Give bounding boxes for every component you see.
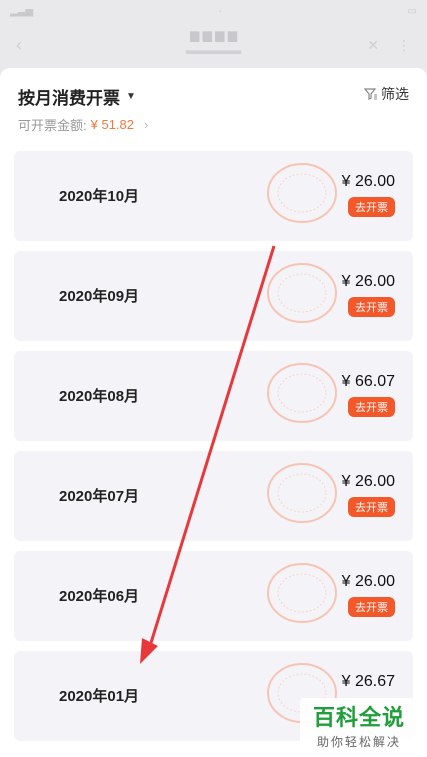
month-label: 2020年07月 (59, 488, 140, 505)
issue-invoice-button[interactable]: 去开票 (348, 397, 395, 417)
month-card[interactable]: 2020年10月 ¥ 26.00 去开票 (14, 151, 413, 241)
invoice-stamp-icon (267, 563, 337, 623)
price: ¥ 66.07 (341, 373, 395, 390)
price: ¥ 26.00 (341, 573, 395, 590)
month-card[interactable]: 2020年06月 ¥ 26.00 去开票 (14, 551, 413, 641)
month-card[interactable]: 2020年09月 ¥ 26.00 去开票 (14, 251, 413, 341)
watermark-logo: 百科全说 助你轻松解决 (300, 698, 418, 750)
signal-icon: ▂▃▅ (10, 5, 34, 17)
month-card[interactable]: 2020年08月 ¥ 66.07 去开票 (14, 351, 413, 441)
month-card[interactable]: 2020年07月 ¥ 26.00 去开票 (14, 451, 413, 541)
nav-title: ▆ ▆ ▆ ▆ ▃▃▃▃▃▃▃▃▃ (0, 28, 427, 54)
nav-subtitle-blurred: ▃▃▃▃▃▃▃▃▃ (185, 45, 242, 54)
invoice-stamp-icon (267, 363, 337, 423)
page-title: 按月消费开票 (18, 89, 120, 108)
nav-bar: ‹ ▆ ▆ ▆ ▆ ▃▃▃▃▃▃▃▃▃ ✕ ⋮ (0, 22, 427, 68)
filter-label: 筛选 (381, 86, 409, 102)
month-selector[interactable]: 按月消费开票 ▼ (18, 84, 136, 109)
price: ¥ 26.00 (341, 473, 395, 490)
invoice-stamp-icon (267, 463, 337, 523)
filter-button[interactable]: 筛选 (364, 84, 409, 104)
clock: · (218, 5, 222, 17)
issue-invoice-button[interactable]: 去开票 (348, 297, 395, 317)
amount-value: ¥ 51.82 (90, 117, 134, 132)
price: ¥ 26.00 (341, 173, 395, 190)
issue-invoice-button[interactable]: 去开票 (348, 197, 395, 217)
month-label: 2020年08月 (59, 388, 140, 405)
status-bar: ▂▃▅ · ▭ (0, 0, 427, 22)
invoice-stamp-icon (267, 263, 337, 323)
month-label: 2020年01月 (59, 688, 140, 705)
invoice-sheet: 按月消费开票 ▼ 筛选 可开票金额: ¥ 51.82 › 2020年10月 ¥ … (0, 68, 427, 757)
issue-invoice-button[interactable]: 去开票 (348, 497, 395, 517)
issue-invoice-button[interactable]: 去开票 (348, 597, 395, 617)
month-label: 2020年10月 (59, 188, 140, 205)
watermark-main-text: 百科全说 (312, 705, 405, 730)
watermark-sub-text: 助你轻松解决 (316, 735, 401, 749)
caret-down-icon: ▼ (126, 91, 136, 102)
invoiceable-amount[interactable]: 可开票金额: ¥ 51.82 › (18, 115, 148, 134)
nav-title-blurred: ▆ ▆ ▆ ▆ (190, 28, 237, 42)
filter-icon (364, 88, 377, 100)
month-label: 2020年06月 (59, 588, 140, 605)
price: ¥ 26.67 (341, 673, 395, 690)
battery-icon: ▭ (407, 5, 417, 17)
price: ¥ 26.00 (341, 273, 395, 290)
chevron-right-icon: › (144, 117, 149, 132)
month-list: 2020年10月 ¥ 26.00 去开票 2020年09月 ¥ 26.00 去开… (14, 151, 413, 751)
amount-label: 可开票金额: (18, 118, 87, 133)
month-label: 2020年09月 (59, 288, 140, 305)
invoice-stamp-icon (267, 163, 337, 223)
